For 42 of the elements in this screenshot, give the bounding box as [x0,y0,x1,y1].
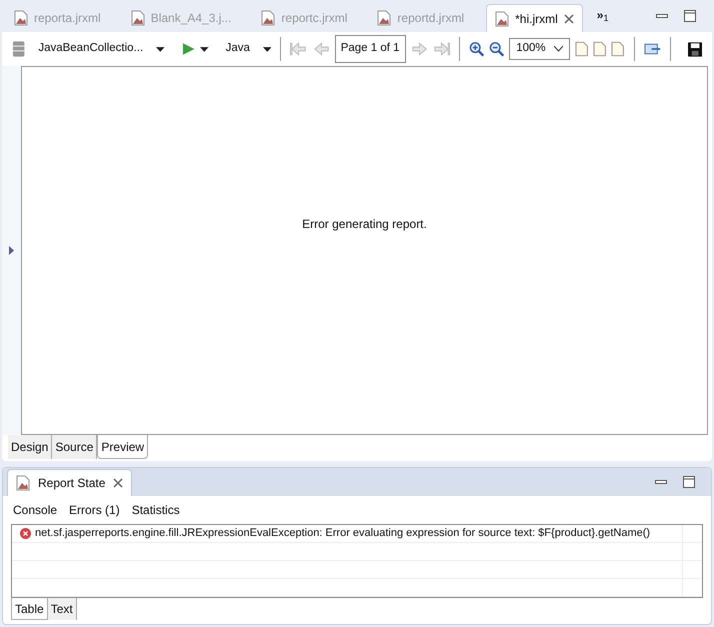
close-icon[interactable] [113,478,124,488]
view-tab[interactable]: Table [11,598,48,620]
preview-message: Error generating report. [302,216,427,233]
state-tab[interactable]: Statistics [132,501,180,519]
database-icon [12,40,26,58]
report-file-icon [377,10,392,26]
report-file-icon [495,10,510,26]
maximize-icon[interactable] [683,476,695,488]
caret-icon[interactable] [156,46,165,52]
fit-width-icon[interactable] [593,41,606,57]
chevron-down-icon[interactable] [554,46,563,52]
report-file-icon [261,10,276,26]
actual-size-icon[interactable] [611,41,625,57]
view-tab[interactable]: Text [48,598,77,620]
minimize-icon[interactable] [655,480,667,484]
zoom-select[interactable]: 100% [509,38,570,60]
page-indicator: Page 1 of 1 [334,35,406,63]
state-tab[interactable]: Console [13,501,58,519]
caret-icon[interactable] [200,46,209,52]
data-adapter-dropdown[interactable]: JavaBeanCollectio... [38,40,144,58]
view-tab[interactable]: Design [8,435,52,459]
fit-page-icon[interactable] [574,41,588,57]
report-file-icon [16,475,30,491]
export-icon[interactable] [644,42,661,56]
zoom-in-icon[interactable] [468,41,484,57]
expand-arrow-icon[interactable] [9,246,14,255]
minimize-icon[interactable] [656,14,668,18]
view-tab[interactable]: Source [52,435,98,459]
report-file-icon [130,10,145,26]
editor-tab[interactable]: *hi.jrxml [486,4,583,32]
state-tab[interactable]: Errors (1) [69,501,120,519]
report-file-icon [14,10,28,26]
view-tab[interactable]: Preview [97,435,148,459]
zoom-out-icon[interactable] [489,41,504,57]
save-icon[interactable] [688,42,702,56]
close-icon[interactable] [564,14,574,24]
error-icon [20,528,31,539]
caret-icon[interactable] [262,46,272,52]
run-icon[interactable] [182,42,196,56]
maximize-icon[interactable] [684,10,696,22]
language-dropdown[interactable]: Java [226,40,250,58]
error-message[interactable]: net.sf.jasperreports.engine.fill.JRExpressionEvalException: Error evaluating expression for source text: $F{product}.getName() [35,525,650,542]
